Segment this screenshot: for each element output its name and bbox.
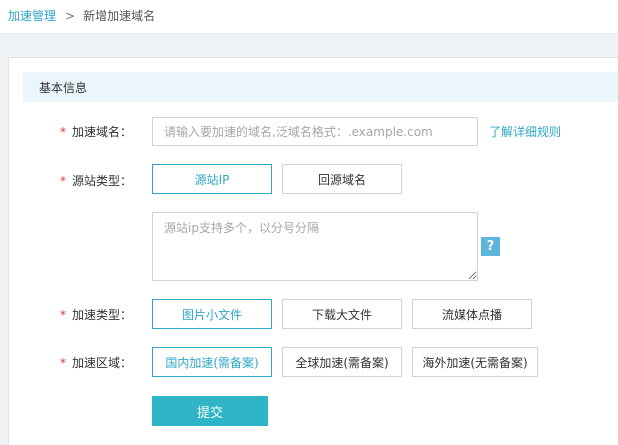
required-mark: *: [60, 174, 66, 188]
accel-type-option-large-files-label: 下载大文件: [311, 307, 372, 322]
accel-type-option-streaming-label: 流媒体点播: [441, 307, 502, 322]
origin-ip-textarea[interactable]: [152, 212, 478, 281]
question-icon[interactable]: ?: [481, 237, 500, 256]
domain-label-text: 加速域名：: [72, 125, 133, 139]
origin-option-domain[interactable]: 回源域名: [282, 164, 402, 194]
accel-type-label-text: 加速类型：: [72, 308, 133, 322]
origin-option-domain-label: 回源域名: [317, 172, 366, 187]
required-mark: *: [60, 356, 66, 370]
breadcrumb-current: 新增加速域名: [83, 9, 156, 23]
breadcrumb: 加速管理 > 新增加速域名: [0, 0, 618, 34]
section-title: 基本信息: [39, 81, 88, 95]
region-option-global[interactable]: 全球加速(需备案): [282, 347, 402, 377]
origin-option-ip[interactable]: 源站IP: [152, 164, 272, 194]
accel-type-label: * 加速类型：: [60, 306, 140, 323]
required-mark: *: [60, 308, 66, 322]
accel-region-label: * 加速区域：: [60, 354, 140, 371]
accel-region-label-text: 加速区域：: [72, 356, 133, 370]
required-mark: *: [60, 125, 66, 139]
domain-label: * 加速域名：: [60, 123, 140, 140]
region-option-global-label: 全球加速(需备案): [295, 355, 389, 370]
region-option-domestic[interactable]: 国内加速(需备案): [152, 347, 272, 377]
domain-input[interactable]: [152, 117, 478, 146]
region-option-domestic-label: 国内加速(需备案): [165, 355, 259, 370]
rules-help-link[interactable]: 了解详细规则: [489, 123, 561, 140]
region-option-overseas[interactable]: 海外加速(无需备案): [412, 347, 538, 377]
accel-type-option-large-files[interactable]: 下载大文件: [282, 299, 402, 329]
breadcrumb-link-accel-management[interactable]: 加速管理: [8, 9, 56, 23]
accel-type-option-streaming[interactable]: 流媒体点播: [412, 299, 532, 329]
submit-button-label: 提交: [196, 405, 223, 421]
submit-button[interactable]: 提交: [152, 396, 268, 426]
question-icon-glyph: ?: [486, 239, 495, 254]
region-option-overseas-label: 海外加速(无需备案): [422, 355, 528, 370]
section-header: 基本信息: [23, 72, 618, 102]
breadcrumb-separator: >: [65, 9, 76, 23]
accel-type-option-small-files-label: 图片小文件: [181, 307, 242, 322]
origin-type-label-text: 源站类型：: [72, 174, 133, 188]
accel-type-option-small-files[interactable]: 图片小文件: [152, 299, 272, 329]
origin-option-ip-label: 源站IP: [194, 172, 230, 187]
origin-type-label: * 源站类型：: [60, 172, 140, 189]
